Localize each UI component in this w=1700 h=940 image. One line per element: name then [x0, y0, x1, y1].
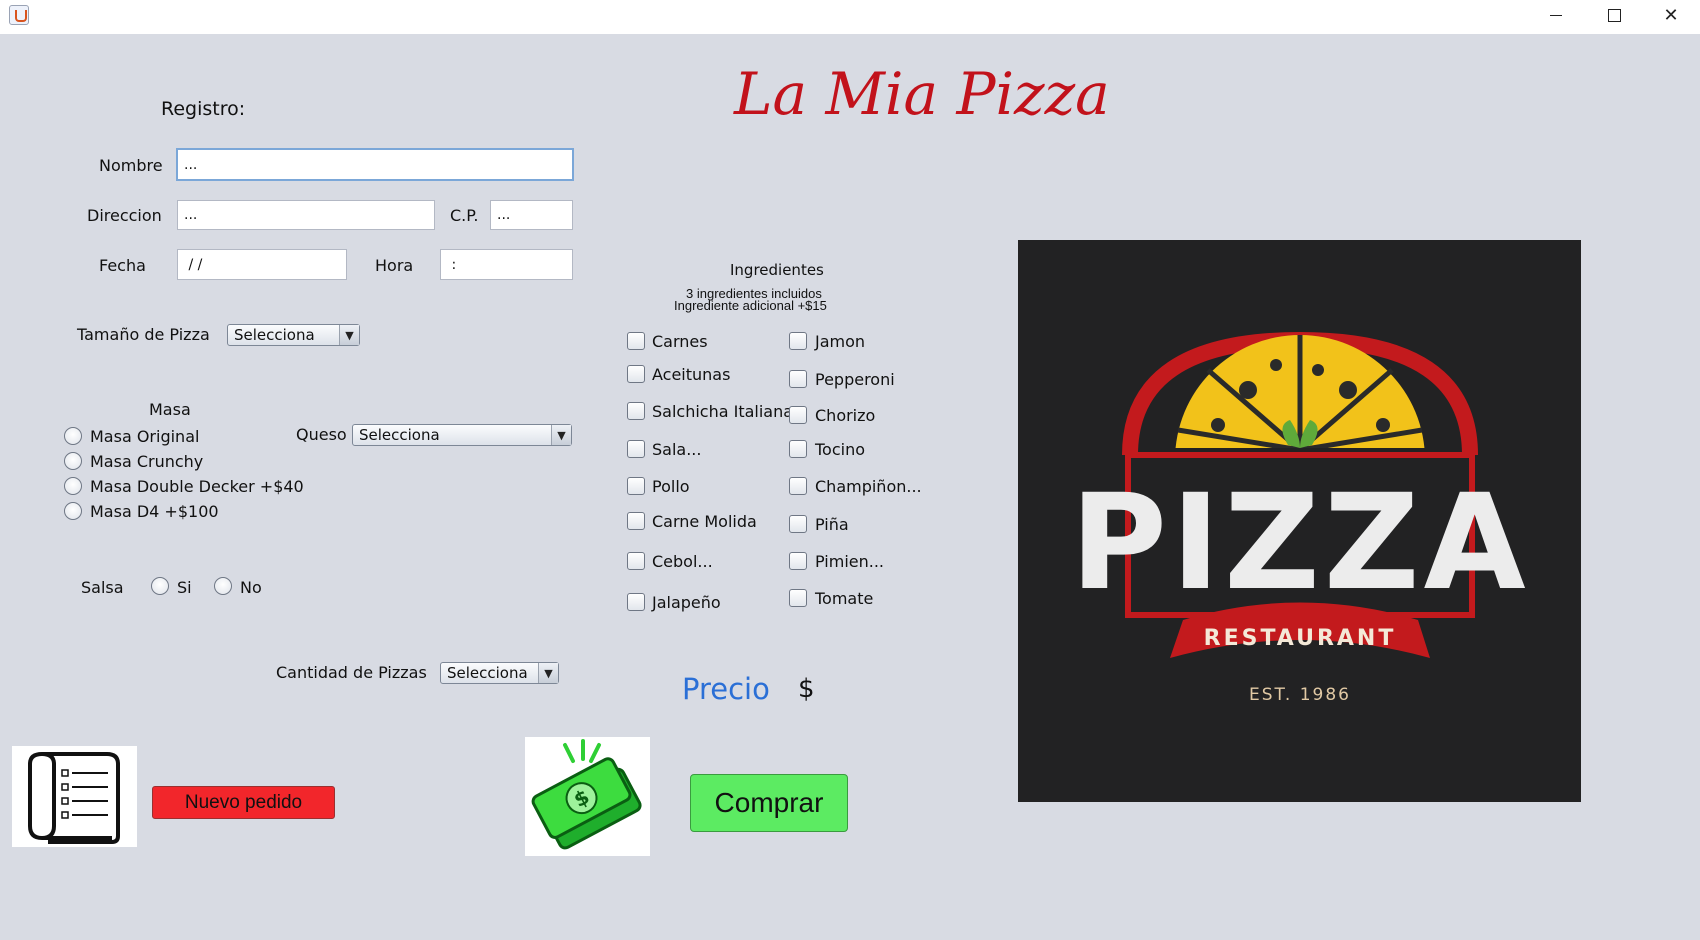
window-titlebar: ✕	[0, 0, 1700, 34]
ingrediente-pina-checkbox[interactable]	[789, 515, 807, 533]
ingrediente-label: Pepperoni	[815, 370, 895, 389]
ingrediente-aceitunas-checkbox[interactable]	[627, 365, 645, 383]
tamano-label: Tamaño de Pizza	[77, 325, 210, 344]
salsa-no-radio[interactable]	[214, 577, 232, 595]
salsa-si-radio[interactable]	[151, 577, 169, 595]
tamano-select[interactable]: Selecciona ▼	[227, 324, 360, 346]
comprar-button[interactable]: Comprar	[690, 774, 848, 832]
ingrediente-label: Jamon	[815, 332, 866, 351]
minimize-icon[interactable]	[1527, 0, 1585, 30]
masa-double-decker-radio[interactable]	[64, 477, 82, 495]
ingrediente-label: Salchicha Italiana	[652, 402, 794, 421]
tamano-selected: Selecciona	[234, 326, 315, 344]
precio-value: $	[798, 674, 815, 704]
cp-label: C.P.	[450, 206, 479, 225]
ingrediente-jamon-checkbox[interactable]	[789, 332, 807, 350]
masa-original-radio[interactable]	[64, 427, 82, 445]
pizza-logo-est: EST. 1986	[1249, 685, 1351, 705]
ingrediente-label: Carne Molida	[652, 512, 757, 531]
chevron-down-icon: ▼	[551, 425, 571, 445]
ingrediente-label: Pimien...	[815, 552, 885, 571]
chevron-down-icon: ▼	[538, 663, 558, 683]
ingrediente-tocino-checkbox[interactable]	[789, 440, 807, 458]
ingrediente-label: Champiñon...	[815, 477, 922, 496]
ingrediente-carne-molida-checkbox[interactable]	[627, 512, 645, 530]
ingrediente-chorizo-checkbox[interactable]	[789, 406, 807, 424]
ingrediente-label: Cebol...	[652, 552, 713, 571]
ingredientes-note-extra: Ingrediente adicional +$15	[674, 298, 827, 313]
masa-option-label: Masa Original	[90, 427, 200, 446]
ingrediente-pepperoni-checkbox[interactable]	[789, 370, 807, 388]
ingrediente-label: Carnes	[652, 332, 708, 351]
masa-d4-radio[interactable]	[64, 502, 82, 520]
salsa-no-label: No	[240, 578, 262, 597]
ingrediente-cebolla-checkbox[interactable]	[627, 552, 645, 570]
ingrediente-label: Aceitunas	[652, 365, 731, 384]
pizza-logo-word: PIZZA	[1070, 466, 1529, 620]
ingrediente-carnes-checkbox[interactable]	[627, 332, 645, 350]
chevron-down-icon: ▼	[339, 325, 359, 345]
maximize-icon[interactable]	[1585, 0, 1643, 30]
brand-title: La Mia Pizza	[734, 60, 1110, 128]
cantidad-selected: Selecciona	[447, 664, 528, 682]
pizza-logo-ribbon: RESTAURANT	[1204, 626, 1397, 651]
ingrediente-label: Sala...	[652, 440, 702, 459]
ingredientes-heading: Ingredientes	[730, 261, 824, 279]
ingrediente-tomate-checkbox[interactable]	[789, 589, 807, 607]
nombre-label: Nombre	[99, 156, 163, 175]
pizza-restaurant-logo: PIZZA RESTAURANT EST. 1986	[1018, 240, 1581, 802]
java-app-icon	[9, 5, 29, 25]
masa-option-label: Masa D4 +$100	[90, 502, 219, 521]
hora-input[interactable]	[440, 249, 573, 280]
masa-option-label: Masa Double Decker +$40	[90, 477, 304, 496]
masa-heading: Masa	[149, 400, 191, 419]
fecha-input[interactable]	[177, 249, 347, 280]
hora-label: Hora	[375, 256, 414, 275]
direccion-input[interactable]	[177, 200, 435, 230]
ingrediente-pimiento-checkbox[interactable]	[789, 552, 807, 570]
ingrediente-label: Chorizo	[815, 406, 876, 425]
registro-heading: Registro:	[161, 98, 246, 120]
masa-option-label: Masa Crunchy	[90, 452, 204, 471]
nombre-input[interactable]	[176, 148, 574, 181]
ingrediente-label: Pollo	[652, 477, 690, 496]
queso-select[interactable]: Selecciona ▼	[352, 424, 572, 446]
money-icon: $	[525, 737, 650, 856]
close-icon[interactable]: ✕	[1642, 0, 1700, 30]
ingrediente-label: Piña	[815, 515, 849, 534]
precio-label: Precio	[682, 672, 770, 706]
ingrediente-label: Tocino	[815, 440, 866, 459]
order-list-icon	[12, 746, 137, 847]
fecha-label: Fecha	[99, 256, 146, 275]
ingrediente-label: Tomate	[815, 589, 874, 608]
ingrediente-salami-checkbox[interactable]	[627, 440, 645, 458]
queso-selected: Selecciona	[359, 426, 440, 444]
ingrediente-champinon-checkbox[interactable]	[789, 477, 807, 495]
ingrediente-label: Jalapeño	[652, 593, 721, 612]
salsa-label: Salsa	[81, 578, 124, 597]
cantidad-label: Cantidad de Pizzas	[276, 663, 427, 682]
cantidad-select[interactable]: Selecciona ▼	[440, 662, 559, 684]
direccion-label: Direccion	[87, 206, 162, 225]
ingrediente-jalapeno-checkbox[interactable]	[627, 593, 645, 611]
ingrediente-pollo-checkbox[interactable]	[627, 477, 645, 495]
ingrediente-salchicha-checkbox[interactable]	[627, 402, 645, 420]
nuevo-pedido-button[interactable]: Nuevo pedido	[152, 786, 335, 819]
salsa-si-label: Si	[177, 578, 192, 597]
masa-crunchy-radio[interactable]	[64, 452, 82, 470]
cp-input[interactable]	[490, 200, 573, 230]
queso-label: Queso	[296, 425, 347, 444]
